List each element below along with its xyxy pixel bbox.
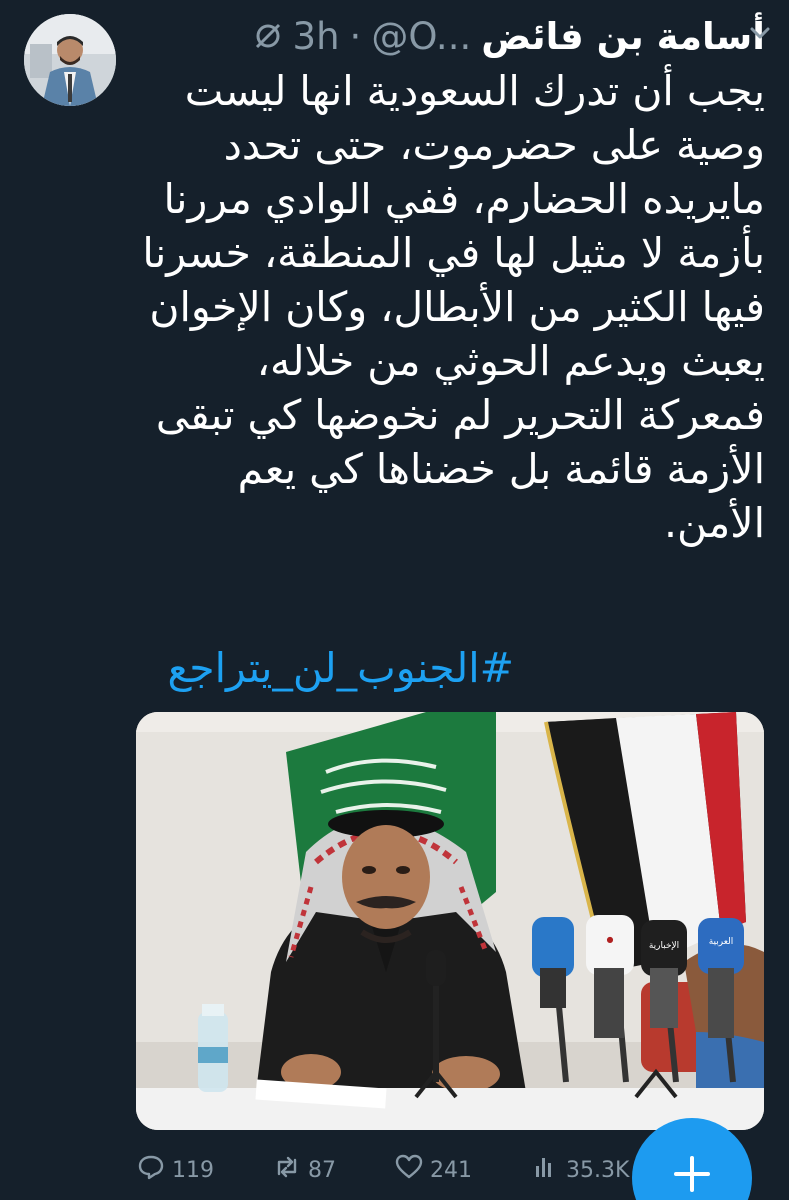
compose-button[interactable]	[632, 1118, 752, 1200]
tweet-line: يجب أن تدرك السعودية انها ليست	[184, 67, 765, 115]
tweet-line: بأزمة لا مثيل لها في المنطقة، خسرنا	[142, 229, 765, 277]
mic-label: الإخبارية	[649, 941, 679, 951]
views-count: 35.3K	[566, 1157, 630, 1183]
retweet-icon	[272, 1152, 302, 1188]
tweet-line: مايريده الحضارم، ففي الوادي مررنا	[163, 175, 765, 223]
author-handle[interactable]: @O...	[371, 15, 471, 58]
retweet-button[interactable]: 87	[272, 1152, 336, 1188]
mute-icon	[253, 21, 283, 51]
tweet-text: يجب أن تدرك السعودية انها ليست وصية على …	[135, 64, 765, 550]
tweet-media-photo[interactable]: ● الإخبارية العربية	[136, 712, 764, 1130]
like-button[interactable]: 241	[394, 1152, 472, 1188]
tweet-line: الأزمة قائمة بل خضناها كي يعم	[237, 445, 765, 493]
mic-label: العربية	[709, 937, 734, 947]
separator-dot: ·	[349, 14, 362, 58]
tweet-line: فيها الكثير من الأبطال، وكان الإخوان	[149, 283, 765, 331]
like-icon	[394, 1152, 424, 1188]
views-button[interactable]: 35.3K	[530, 1152, 629, 1188]
author-name[interactable]: أسامة بن فائض	[481, 15, 765, 58]
timestamp[interactable]: 3h	[293, 15, 340, 58]
plus-icon	[672, 1154, 712, 1194]
chevron-down-icon[interactable]	[749, 22, 771, 44]
tweet-header: أسامة بن فائض @O... · 3h	[135, 6, 765, 66]
tweet-line: وصية على حضرموت، حتى تحدد	[223, 121, 765, 169]
retweet-count: 87	[308, 1157, 336, 1183]
action-bar: 119 87 241 35.3K	[136, 1148, 656, 1192]
views-icon	[530, 1152, 560, 1188]
avatar[interactable]	[24, 14, 116, 106]
reply-button[interactable]: 119	[136, 1152, 214, 1188]
tweet-line: الأمن.	[664, 499, 765, 547]
mic-label: ●	[607, 935, 614, 944]
hashtag-link[interactable]: #الجنوب_لن_يتراجع	[167, 638, 514, 698]
tweet-line: يعبث ويدعم الحوثي من خلاله،	[256, 337, 765, 385]
tweet-line: فمعركة التحرير لم نخوضها كي تبقى	[155, 391, 765, 439]
tweet[interactable]: أسامة بن فائض @O... · 3h يجب أن تدرك الس…	[0, 0, 789, 1200]
reply-icon	[136, 1152, 166, 1188]
like-count: 241	[430, 1157, 472, 1183]
reply-count: 119	[172, 1157, 214, 1183]
